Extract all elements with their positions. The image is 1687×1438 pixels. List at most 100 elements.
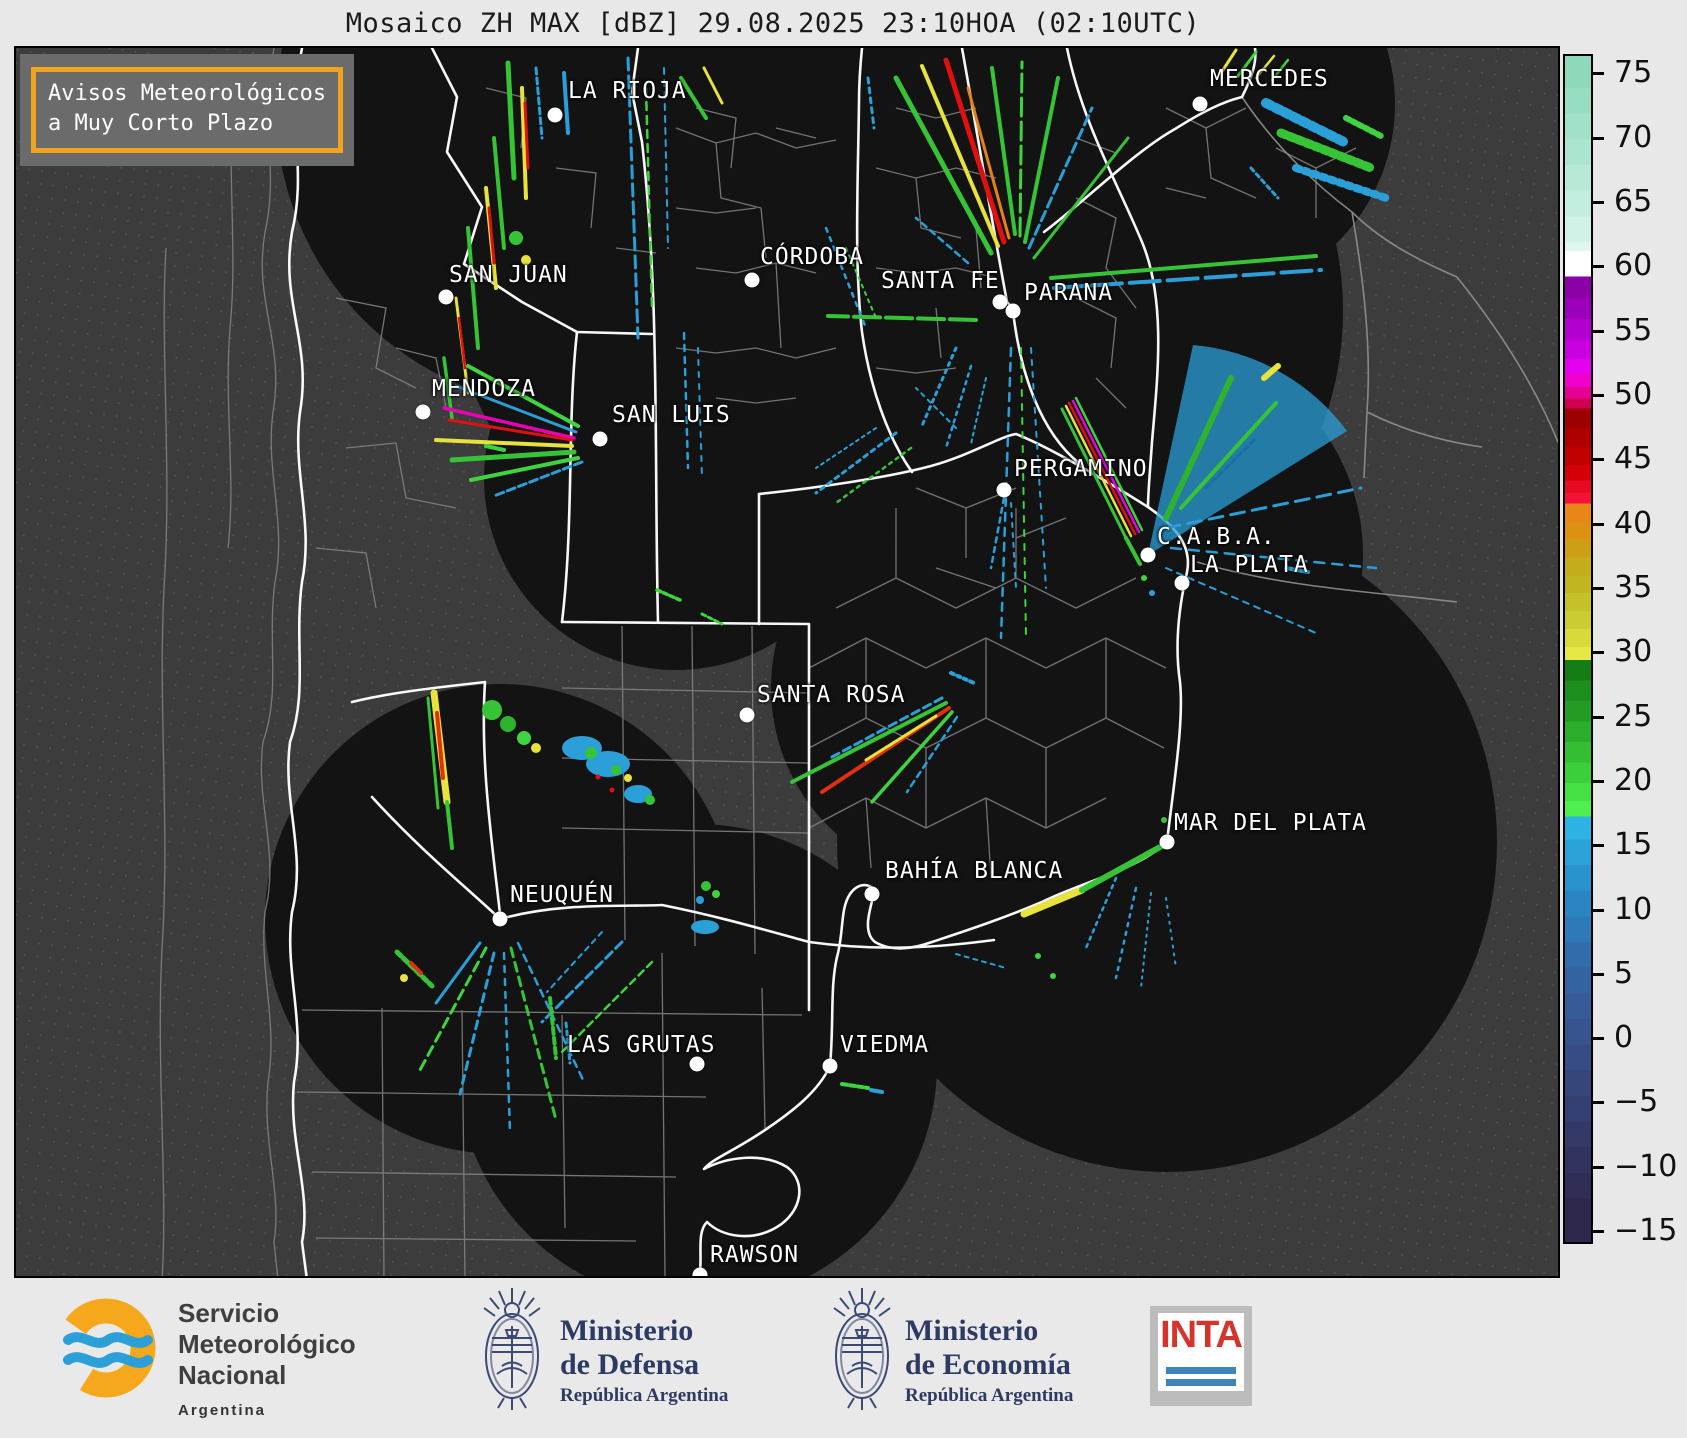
inta-logo: INTA	[1150, 1306, 1252, 1406]
colorbar-tickmark	[1593, 72, 1604, 76]
smn-line-2: Meteorológico	[178, 1329, 356, 1359]
economia-line-1: Ministerio	[905, 1314, 1039, 1347]
colorbar-ticklabel: −5	[1614, 1084, 1659, 1120]
colorbar-tickmark	[1593, 972, 1604, 976]
advisory-line-2: a Muy Corto Plazo	[48, 111, 274, 136]
colorbar-ticklabel: −10	[1614, 1148, 1678, 1184]
inta-bar-2	[1166, 1379, 1236, 1386]
colorbar-ticklabel: −15	[1614, 1213, 1678, 1249]
city-marker-san-juan	[438, 289, 454, 305]
dbz-colorbar-gradient	[1565, 56, 1591, 1242]
city-marker-pergamino	[996, 482, 1012, 498]
colorbar-tickmark	[1593, 651, 1604, 655]
inta-logo-inner: INTA	[1158, 1313, 1244, 1391]
city-label-santa-rosa: SANTA ROSA	[757, 682, 906, 708]
colorbar-ticklabel: 5	[1614, 955, 1634, 991]
smn-line-1: Servicio	[178, 1298, 280, 1328]
defensa-line-2: de Defensa	[560, 1348, 700, 1381]
colorbar-tickmark	[1593, 329, 1604, 333]
colorbar-tickmark	[1593, 1101, 1604, 1105]
colorbar-ticklabel: 70	[1614, 119, 1653, 155]
defensa-logo-text: Ministerio de Defensa República Argentin…	[560, 1314, 728, 1407]
defensa-line-1: Ministerio	[560, 1314, 694, 1347]
city-marker-cordoba	[744, 272, 760, 288]
colorbar-tickmark	[1593, 586, 1604, 590]
advisory-banner-border: Avisos Meteorológicos a Muy Corto Plazo	[31, 67, 344, 153]
smn-logo-icon	[58, 1298, 156, 1398]
city-marker-mercedes	[1192, 96, 1208, 112]
colorbar-ticklabel: 30	[1614, 634, 1653, 670]
inta-logo-text: INTA	[1160, 1314, 1243, 1356]
economia-line-2: de Economía	[905, 1348, 1071, 1381]
colorbar-tickmark	[1593, 779, 1604, 783]
city-label-pergamino: PERGAMINO	[1014, 456, 1148, 482]
city-marker-neuquen	[492, 911, 508, 927]
city-marker-rawson	[692, 1267, 708, 1276]
city-marker-mendoza	[415, 404, 431, 420]
city-label-santa-fe: SANTA FE	[881, 268, 1000, 294]
smn-logo-text: Servicio Meteorológico Nacional Argentin…	[178, 1298, 356, 1426]
colorbar-ticklabel: 15	[1614, 827, 1653, 863]
colorbar-ticklabel: 20	[1614, 762, 1653, 798]
city-label-parana: PARANA	[1024, 280, 1114, 306]
city-marker-la-rioja	[547, 107, 563, 123]
colorbar-tickmark	[1593, 715, 1604, 719]
colorbar-ticklabel: 0	[1614, 1020, 1634, 1056]
city-marker-san-luis	[592, 431, 608, 447]
inta-bar-1	[1166, 1367, 1236, 1374]
colorbar-tickmark	[1593, 136, 1604, 140]
colorbar-tickmark	[1593, 200, 1604, 204]
city-marker-mar-del-plata	[1159, 834, 1175, 850]
city-marker-bahia-blanca	[864, 886, 880, 902]
radar-map: Avisos Meteorológicos a Muy Corto Plazo …	[14, 46, 1560, 1278]
advisory-banner[interactable]: Avisos Meteorológicos a Muy Corto Plazo	[20, 54, 355, 166]
colorbar-tickmark	[1593, 458, 1604, 462]
colorbar-tickmark	[1593, 522, 1604, 526]
colorbar-tickmark	[1593, 844, 1604, 848]
colorbar-ticklabel: 75	[1614, 55, 1653, 91]
colorbar-ticklabel: 40	[1614, 505, 1653, 541]
colorbar-tickmark	[1593, 1165, 1604, 1169]
colorbar-ticklabel: 25	[1614, 698, 1653, 734]
defensa-line-3: República Argentina	[560, 1385, 729, 1406]
colorbar-ticklabel: 45	[1614, 441, 1653, 477]
city-label-rawson: RAWSON	[710, 1242, 800, 1268]
city-marker-las-grutas	[689, 1056, 705, 1072]
page-title: Mosaico ZH MAX [dBZ] 29.08.2025 23:10HOA…	[345, 8, 1201, 39]
defensa-coat-of-arms-icon	[483, 1288, 541, 1410]
map-canvas	[16, 48, 1558, 1276]
city-label-san-juan: SAN JUAN	[449, 262, 568, 288]
city-label-neuquen: NEUQUÉN	[510, 882, 614, 908]
city-label-cordoba: CÓRDOBA	[760, 244, 864, 270]
economia-logo-text: Ministerio de Economía República Argenti…	[905, 1314, 1073, 1407]
city-label-las-grutas: LAS GRUTAS	[567, 1032, 716, 1058]
economia-coat-of-arms-icon	[833, 1288, 891, 1410]
colorbar-tickmark	[1593, 908, 1604, 912]
city-label-mercedes: MERCEDES	[1210, 66, 1329, 92]
economia-line-3: República Argentina	[905, 1385, 1074, 1406]
dbz-colorbar-ticks: 75 70 65 60 55 50 45 40 35 30 25 20 15 10 5 0 −5 −10 −15	[1593, 54, 1687, 1248]
colorbar-ticklabel: 50	[1614, 376, 1653, 412]
colorbar-ticklabel: 10	[1614, 891, 1653, 927]
footer-logos: Servicio Meteorológico Nacional Argentin…	[0, 1278, 1687, 1438]
city-marker-parana	[1005, 303, 1021, 319]
colorbar-ticklabel: 35	[1614, 569, 1653, 605]
city-label-caba: C.A.B.A.	[1157, 524, 1276, 550]
city-label-mar-del-plata: MAR DEL PLATA	[1174, 810, 1368, 836]
city-label-san-luis: SAN LUIS	[612, 402, 731, 428]
city-label-la-rioja: LA RIOJA	[568, 78, 687, 104]
colorbar-tickmark	[1593, 1037, 1604, 1041]
dbz-colorbar	[1563, 54, 1593, 1244]
city-label-bahia-blanca: BAHÍA BLANCA	[885, 858, 1064, 884]
smn-line-4: Argentina	[178, 1402, 267, 1419]
colorbar-ticklabel: 55	[1614, 312, 1653, 348]
smn-line-3: Nacional	[178, 1360, 287, 1390]
city-marker-viedma	[822, 1058, 838, 1074]
city-label-la-plata: LA PLATA	[1190, 552, 1309, 578]
city-label-viedma: VIEDMA	[840, 1032, 930, 1058]
colorbar-ticklabel: 65	[1614, 183, 1653, 219]
colorbar-ticklabel: 60	[1614, 248, 1653, 284]
radar-mosaic-page: Mosaico ZH MAX [dBZ] 29.08.2025 23:10HOA…	[0, 0, 1687, 1438]
colorbar-tickmark	[1593, 1230, 1604, 1234]
city-marker-santa-rosa	[739, 707, 755, 723]
